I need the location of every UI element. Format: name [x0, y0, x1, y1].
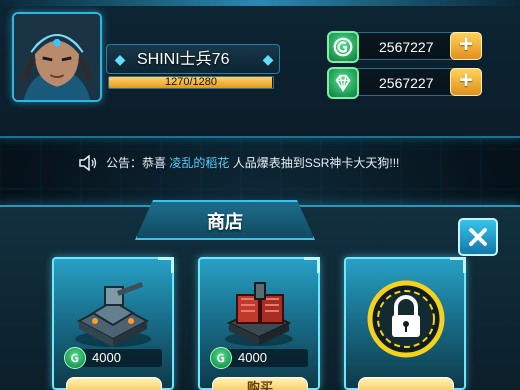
hero-portrait-icon	[14, 14, 100, 100]
buy-button[interactable]: 购买	[212, 377, 308, 390]
diamond-ornament-icon: ◆	[114, 51, 126, 67]
close-button[interactable]	[458, 218, 498, 256]
gold-coin-icon	[64, 347, 86, 369]
player-name-panel: ◆ SHINI士兵76 ◆	[106, 44, 280, 74]
buy-button[interactable]	[66, 377, 162, 390]
red-turret-icon	[225, 282, 293, 346]
announcement-player-link[interactable]: 凌乱的稻花	[169, 156, 229, 170]
price-value: 4000	[238, 350, 267, 365]
turret-building-icon	[75, 282, 151, 347]
announcement-text: 公告：恭喜 凌乱的稻花 人品爆表抽到SSR神卡大天狗!!!	[106, 152, 399, 174]
diamond-ornament-icon: ◆	[262, 51, 274, 67]
card-corner	[158, 257, 174, 273]
shop-item-red-turret[interactable]: 4000 购买	[198, 257, 320, 390]
announcement-prefix: 公告：恭喜	[106, 156, 170, 170]
diamond-value: 2567227	[379, 75, 434, 91]
add-diamond-button[interactable]: +	[450, 68, 482, 96]
close-icon	[469, 228, 487, 246]
exp-text: 1270/1280	[165, 76, 217, 88]
announcement: 公告：恭喜 凌乱的稻花 人品爆表抽到SSR神卡大天狗!!!	[78, 152, 458, 174]
announcement-suffix: 人品爆表抽到SSR神卡大天狗!!!	[229, 156, 400, 170]
speaker-icon	[79, 155, 97, 171]
avatar[interactable]	[12, 12, 102, 102]
gold-value: 2567227	[379, 39, 434, 55]
diamond-icon	[327, 67, 359, 99]
shop-title: 商店	[207, 212, 243, 232]
gold-coin-icon	[327, 31, 359, 63]
shop-item-locked[interactable]	[344, 257, 466, 390]
player-name: SHINI士兵76	[137, 51, 230, 68]
add-gold-button[interactable]: +	[450, 32, 482, 60]
card-corner	[304, 257, 320, 273]
price-value: 4000	[92, 350, 121, 365]
card-corner	[450, 257, 466, 273]
price-row: 4000	[210, 347, 308, 369]
exp-bar: 1270/1280	[108, 76, 274, 89]
gold-coin-icon	[210, 347, 232, 369]
shop-item-turret-building[interactable]: 4000	[52, 257, 174, 390]
unlock-button[interactable]	[358, 377, 454, 390]
price-row: 4000	[64, 347, 162, 369]
padlock-icon	[367, 280, 445, 358]
top-bar-trim	[0, 0, 520, 6]
